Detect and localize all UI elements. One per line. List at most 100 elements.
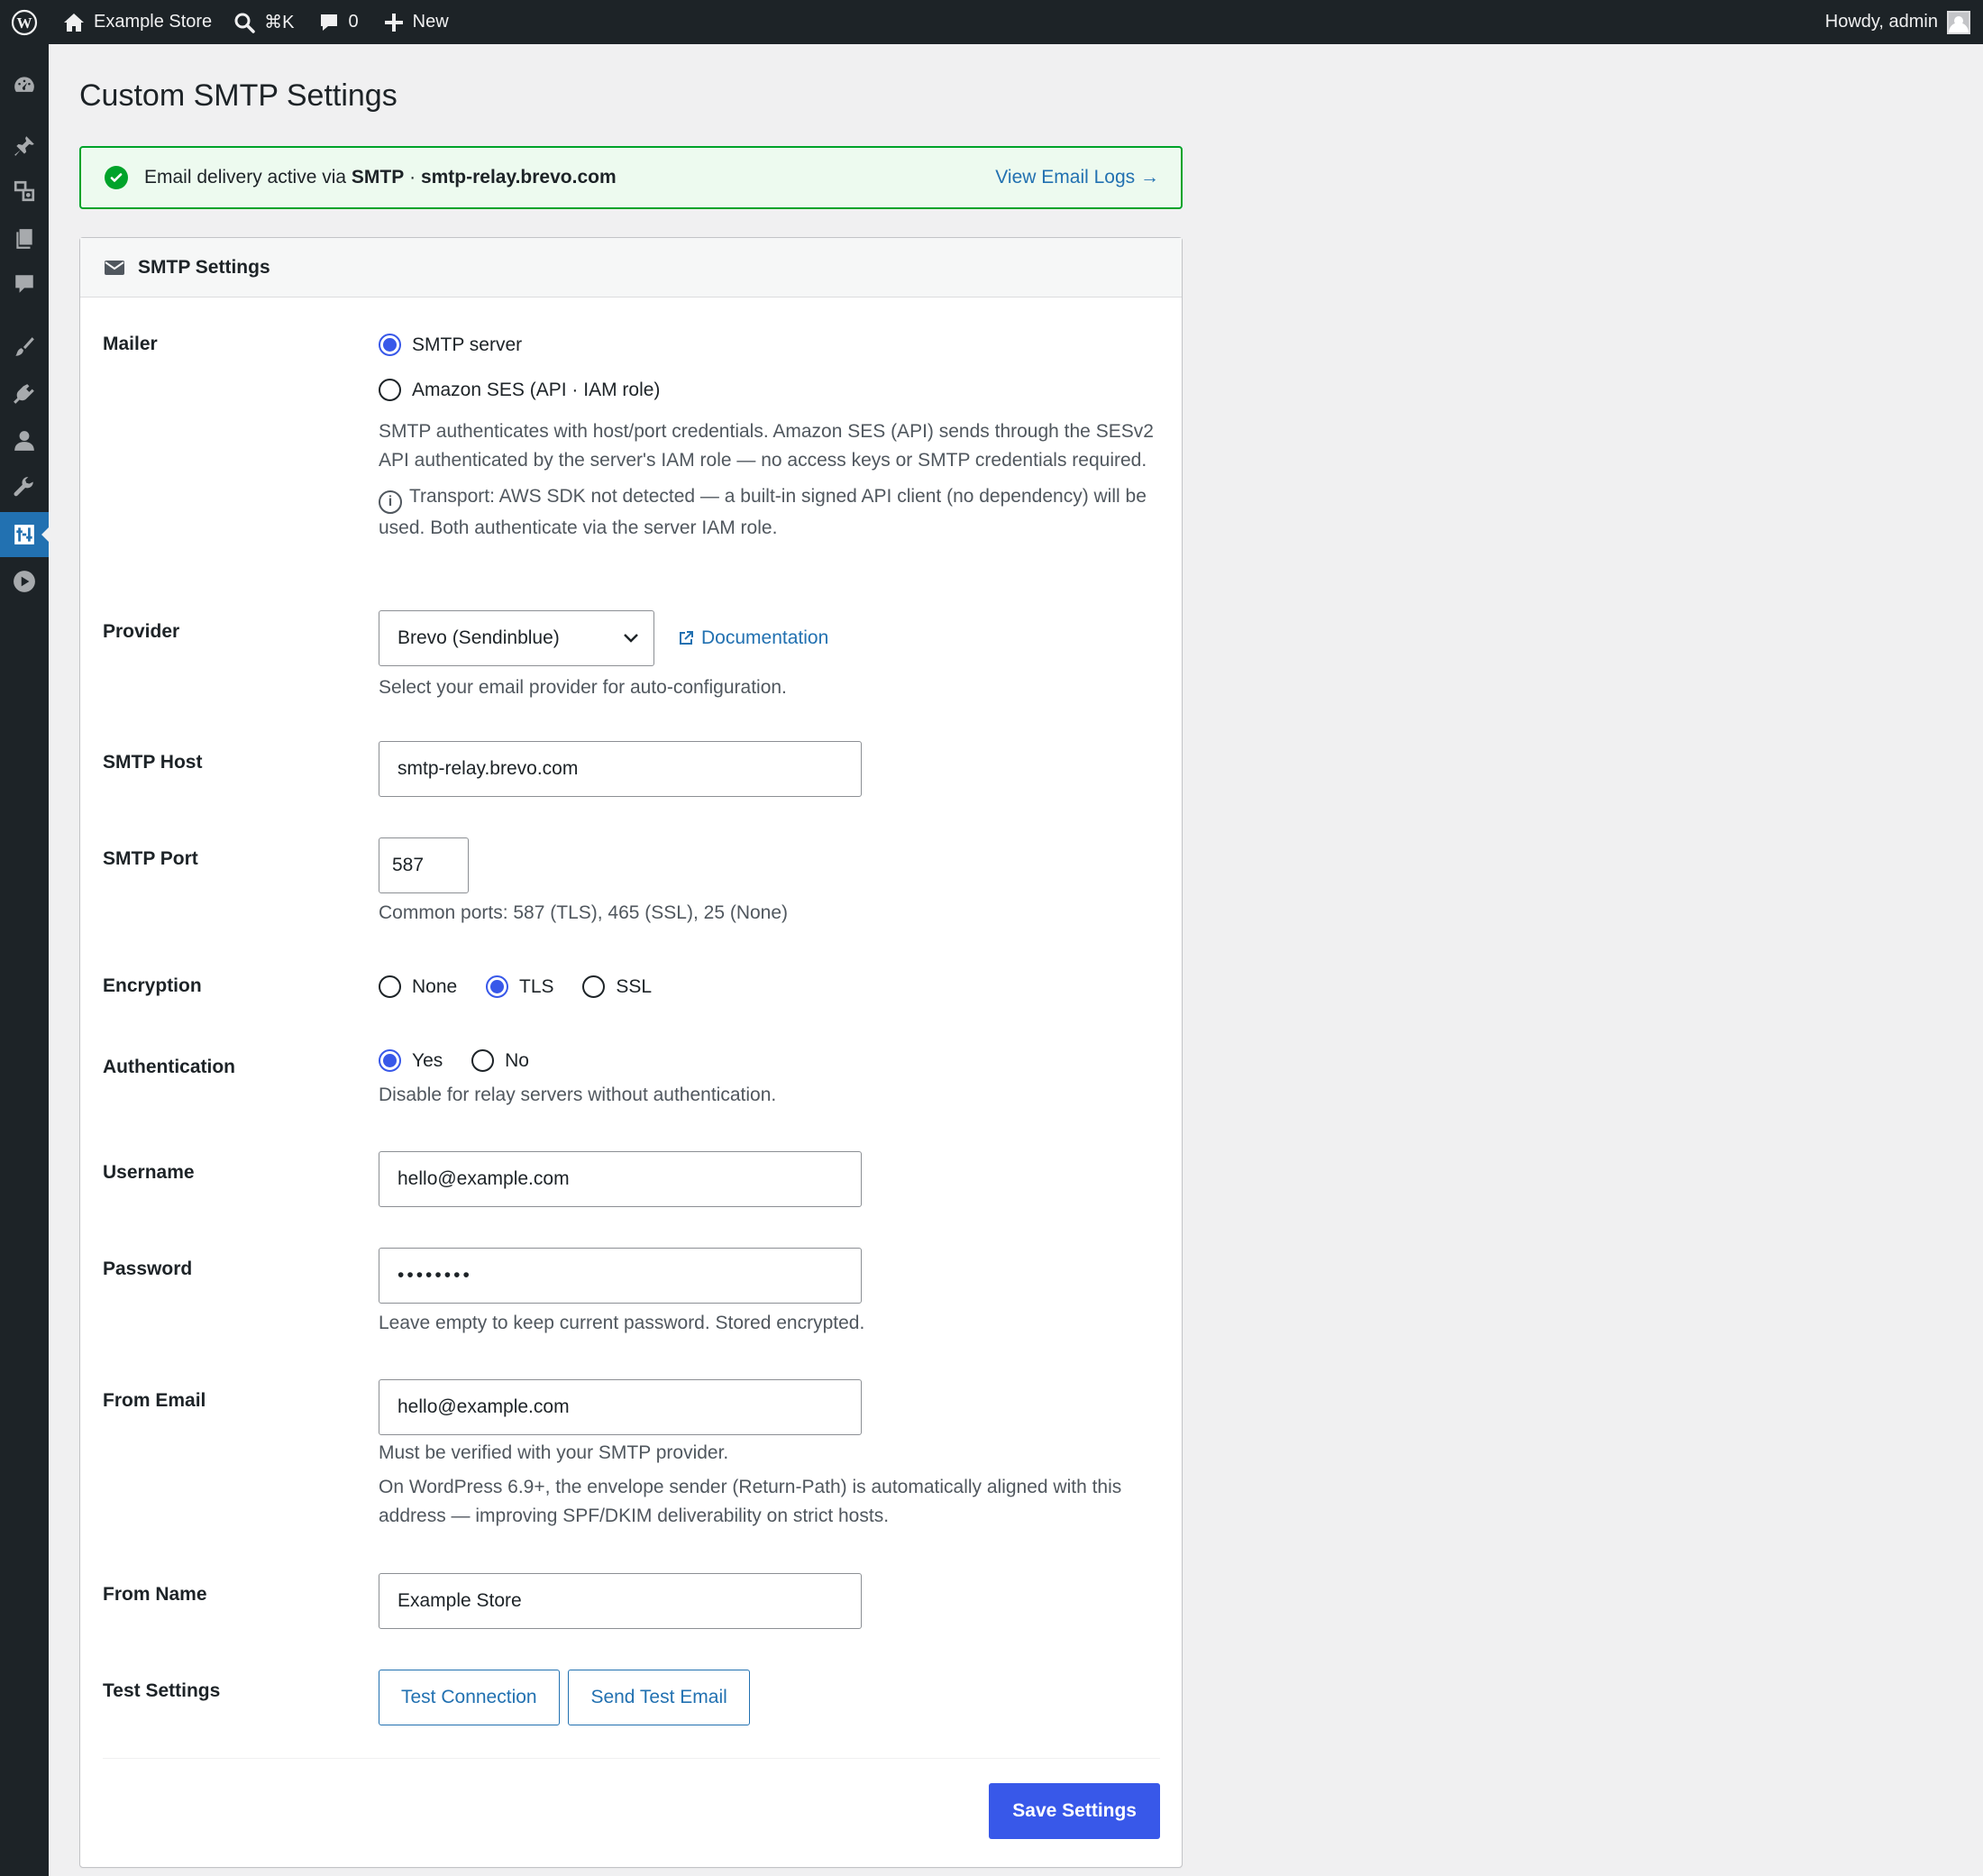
radio-selected: [379, 334, 401, 356]
comment-icon: [15, 275, 33, 293]
pages-icon: [16, 229, 32, 249]
radio-unselected: [379, 975, 401, 998]
card-header: SMTP Settings: [80, 238, 1182, 297]
sidebar-item-users[interactable]: [0, 418, 49, 463]
from-name-label: From Name: [103, 1584, 207, 1605]
sidebar-item-media[interactable]: [0, 169, 49, 214]
avatar: [1947, 10, 1970, 34]
sidebar-item-dashboard[interactable]: [0, 62, 49, 107]
dashboard-icon: [14, 77, 34, 92]
authentication-option-yes[interactable]: Yes: [379, 1049, 443, 1072]
pushpin-icon: [14, 136, 34, 156]
main-content: Custom SMTP Settings Email delivery acti…: [79, 44, 1183, 1868]
sidebar-item-comments[interactable]: [0, 261, 49, 307]
home-icon: [64, 13, 84, 32]
provider-select[interactable]: Brevo (Sendinblue): [379, 610, 654, 666]
mailer-option-smtp[interactable]: SMTP server: [379, 334, 522, 356]
mailer-description: SMTP authenticates with host/port creden…: [379, 421, 1154, 471]
new-content-button[interactable]: New: [370, 0, 460, 44]
chevron-down-icon: [624, 634, 638, 643]
transport-note: i Transport: AWS SDK not detected — a bui…: [379, 486, 1147, 538]
sidebar-item-plugins[interactable]: [0, 371, 49, 416]
username-input[interactable]: [379, 1151, 862, 1207]
test-connection-button[interactable]: Test Connection: [379, 1670, 560, 1725]
provider-selected-value: Brevo (Sendinblue): [398, 627, 560, 648]
play-icon: [14, 571, 35, 592]
password-input[interactable]: [379, 1248, 862, 1304]
external-link-icon: [680, 631, 693, 645]
account-menu[interactable]: Howdy, admin: [1824, 10, 1983, 34]
encryption-label: Encryption: [103, 975, 202, 996]
from-email-label: From Email: [103, 1390, 206, 1411]
svg-text:W: W: [17, 14, 32, 32]
comments-link[interactable]: 0: [306, 0, 370, 44]
test-settings-label: Test Settings: [103, 1680, 221, 1701]
from-email-description: Must be verified with your SMTP provider…: [379, 1442, 729, 1463]
wordpress-logo-button[interactable]: W: [0, 0, 49, 44]
comments-count: 0: [348, 12, 359, 32]
documentation-link[interactable]: Documentation: [678, 627, 828, 649]
password-description: Leave empty to keep current password. St…: [379, 1313, 865, 1333]
search-shortcut: ⌘K: [264, 13, 295, 32]
smtp-port-input[interactable]: [379, 837, 469, 893]
save-settings-button[interactable]: Save Settings: [989, 1783, 1160, 1839]
radio-selected: [379, 1049, 401, 1072]
provider-description: Select your email provider for auto-conf…: [379, 677, 787, 698]
notice-host: smtp-relay.brevo.com: [420, 167, 617, 188]
smtp-port-label: SMTP Port: [103, 848, 198, 869]
sidebar-item-pages[interactable]: [0, 216, 49, 261]
radio-unselected: [379, 379, 401, 401]
mailer-option-ses[interactable]: Amazon SES (API · IAM role): [379, 379, 660, 401]
notice-text: Email delivery active via SMTP · smtp-re…: [144, 167, 617, 188]
username-label: Username: [103, 1162, 195, 1183]
user-icon: [14, 431, 34, 451]
search-command-button[interactable]: ⌘K: [223, 0, 305, 44]
from-email-input[interactable]: [379, 1379, 862, 1435]
mailer-label: Mailer: [103, 334, 158, 354]
authentication-option-no[interactable]: No: [471, 1049, 529, 1072]
sidebar-item-appearance[interactable]: [0, 325, 49, 370]
search-icon: [234, 13, 255, 33]
settings-form: Mailer SMTP server Amazon SES (API · IAM…: [80, 297, 1182, 1867]
smtp-port-description: Common ports: 587 (TLS), 465 (SSL), 25 (…: [379, 902, 789, 923]
encryption-option-tls[interactable]: TLS: [486, 975, 554, 998]
smtp-host-label: SMTP Host: [103, 752, 203, 773]
smtp-settings-card: SMTP Settings Mailer SMTP server Amazon …: [79, 237, 1183, 1868]
sidebar-item-posts[interactable]: [0, 124, 49, 169]
radio-unselected: [582, 975, 606, 998]
encryption-option-none[interactable]: None: [379, 975, 457, 998]
envelope-icon: [105, 260, 124, 275]
media-icon: [14, 180, 35, 202]
notice-method: SMTP: [351, 167, 405, 188]
new-label: New: [412, 12, 449, 32]
sidebar-item-tools[interactable]: [0, 465, 49, 510]
plugin-icon: [14, 384, 34, 404]
comment-icon: [320, 14, 337, 31]
encryption-option-ssl[interactable]: SSL: [582, 975, 652, 998]
settings-sliders-icon: [14, 525, 34, 544]
admin-bar: W Example Store ⌘K 0 New Howdy, admin: [0, 0, 1983, 44]
send-test-email-button[interactable]: Send Test Email: [568, 1670, 750, 1725]
authentication-label: Authentication: [103, 1057, 235, 1077]
form-divider: [103, 1758, 1160, 1759]
view-email-logs-link[interactable]: View Email Logs →: [995, 167, 1159, 188]
plus-icon: [384, 13, 403, 32]
delivery-status-notice: Email delivery active via SMTP · smtp-re…: [79, 146, 1183, 209]
wrench-icon: [14, 477, 33, 497]
sidebar-item-media-player[interactable]: [0, 559, 49, 604]
password-label: Password: [103, 1258, 193, 1279]
page-title: Custom SMTP Settings: [79, 78, 398, 113]
site-name: Example Store: [94, 12, 213, 32]
sidebar-item-settings[interactable]: [0, 512, 49, 557]
wordpress-icon: W: [11, 9, 38, 35]
radio-selected: [486, 975, 509, 998]
site-name-link[interactable]: Example Store: [49, 0, 223, 44]
authentication-description: Disable for relay servers without authen…: [379, 1084, 777, 1105]
provider-label: Provider: [103, 621, 180, 642]
from-name-input[interactable]: [379, 1573, 862, 1629]
howdy-text: Howdy, admin: [1824, 12, 1938, 32]
paintbrush-icon: [15, 337, 34, 356]
info-icon: i: [379, 490, 402, 514]
smtp-host-input[interactable]: [379, 741, 862, 797]
radio-unselected: [471, 1049, 495, 1072]
